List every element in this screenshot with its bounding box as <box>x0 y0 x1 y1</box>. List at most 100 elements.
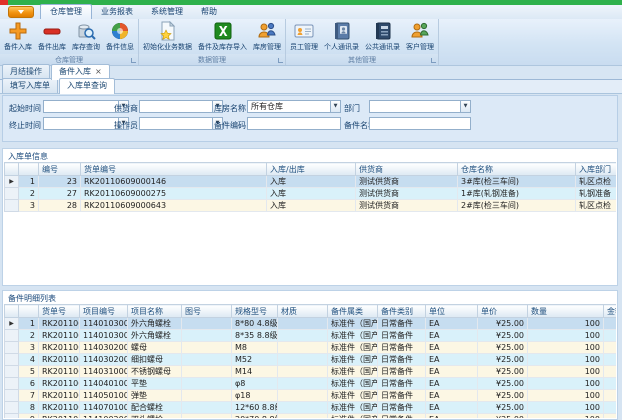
ribbon-tab[interactable]: 仓库管理 <box>40 4 92 19</box>
filter-combo[interactable]: ▼ <box>139 117 223 130</box>
grid-column-header[interactable]: 编号 <box>38 162 81 176</box>
grid-cell: 100 <box>527 413 604 418</box>
ribbon-tab[interactable]: 帮助 <box>192 4 226 19</box>
ribbon-button[interactable]: 公共通讯录 <box>362 20 403 52</box>
ribbon-button[interactable]: 库存查询 <box>69 20 103 52</box>
filter-label: 终止时间 <box>9 121 41 130</box>
ribbon-tab[interactable]: 业务报表 <box>92 4 142 19</box>
ribbon-group-label-text: 仓库管理 <box>55 55 83 64</box>
grid-column-header[interactable]: 货单号 <box>38 304 80 318</box>
data-grid-table: 货单号项目编号项目名称图号规格型号材质备件属类备件类别单位单价数量金额▶1RK2… <box>4 304 616 418</box>
grid-column-header[interactable]: 数量 <box>527 304 604 318</box>
ribbon-group-label-text: 其他管理 <box>348 55 376 64</box>
grid-cell: EA <box>425 389 478 402</box>
filter-combo[interactable]: ▼ <box>369 100 471 113</box>
grid-cell: M8 <box>231 341 278 354</box>
grid-cell <box>603 365 616 378</box>
filter-input[interactable] <box>247 117 341 130</box>
close-icon[interactable]: × <box>95 67 102 76</box>
grid-column-header[interactable]: 入库/出库 <box>266 162 356 176</box>
grid-cell: RK201106090... <box>38 329 80 342</box>
ribbon-button[interactable]: 备件信息 <box>103 20 137 52</box>
table-row[interactable]: 3 28 RK20110609000643 入库 测试供货商 2#库(检三车间) 轧区点检 <box>4 199 616 212</box>
grid-cell: 1140103000011 <box>79 329 128 342</box>
chevron-down-icon <box>18 10 24 14</box>
ribbon-button[interactable]: 初始化业务数据 <box>140 20 195 52</box>
table-row[interactable]: 2RK201106090...1140103000011外六角螺栓 8*35 8.… <box>4 329 616 342</box>
grid-column-header[interactable]: 规格型号 <box>231 304 278 318</box>
grid-column-header[interactable]: 单价 <box>477 304 528 318</box>
table-row[interactable]: 3RK201106090...1140302000002螺母 M8 标准件（国产）日… <box>4 341 616 354</box>
table-row[interactable]: 5RK201106090...1140310000010不锈钢螺母 M14 标准件（… <box>4 365 616 378</box>
table-row[interactable]: 7RK201106090...1140501000009弹垫 φ18 标准件（国产）… <box>4 389 616 402</box>
sub-tab[interactable]: 入库单查询 <box>59 78 115 94</box>
grid-header-blank <box>4 162 19 176</box>
dropdown-arrow-icon[interactable]: ▼ <box>330 101 340 112</box>
grid-cell: RK20110609000275 <box>80 187 267 200</box>
grid-column-header[interactable]: 图号 <box>181 304 232 318</box>
filter-combo[interactable]: ▼ <box>139 100 223 113</box>
filter-input[interactable] <box>369 117 471 130</box>
dialog-launcher-icon[interactable] <box>278 58 283 63</box>
grid-column-header[interactable]: 项目名称 <box>127 304 182 318</box>
ribbon-button[interactable]: 个人通讯录 <box>321 20 362 52</box>
grid-column-header[interactable]: 材质 <box>277 304 328 318</box>
ribbon-button[interactable]: 库房管理 <box>250 20 284 52</box>
table-row[interactable]: 6RK201106090...1140401000006平垫 φ8 标准件（国产）日… <box>4 377 616 390</box>
table-row[interactable]: 2 27 RK20110609000275 入库 测试供货商 1#库(轧钢准备) 轧钢准备 <box>4 187 616 200</box>
filter-combo[interactable]: 所有仓库 ▼ <box>247 100 341 113</box>
grid-cell: ¥25.00 <box>477 341 528 354</box>
grid-cell: 1140701000049 <box>79 401 128 414</box>
table-row[interactable]: ▶ 1 23 RK20110609000146 入库 测试供货商 3#库(检三车间) 轧区点检 <box>4 175 616 188</box>
ribbon-button[interactable]: 备件出库 <box>35 20 69 52</box>
grid-cell: ¥25.00 <box>477 353 528 366</box>
employee-card-icon <box>294 21 314 41</box>
ribbon-button[interactable]: 备件入库 <box>1 20 35 52</box>
ribbon-tabs: 仓库管理 业务报表 系统管理 帮助 <box>40 4 226 19</box>
filter-panel: 起始时间 ▼ 供货商 ▼ 库房名称 所有仓库 ▼ 部门 ▼ 终止时间 ▼ 操作员 ▼ 备件编码 备件名称 <box>2 95 618 142</box>
data-grid-table: 编号 货单编号 入库/出库 供货商 仓库名称 入库部门 ▶ 1 23 RK201106090001… <box>4 162 616 212</box>
details-section-title: 备件明细列表 <box>8 294 56 303</box>
grid-cell: EA <box>425 341 478 354</box>
grid-cell: 1140103000017 <box>79 317 128 330</box>
ribbon-button[interactable]: 备件及库存导入 <box>195 20 250 52</box>
grid-column-header[interactable]: 仓库名称 <box>457 162 576 176</box>
ribbon-button[interactable]: 员工管理 <box>287 20 321 52</box>
grid-column-header[interactable]: 备件类别 <box>377 304 426 318</box>
grid-cell: 外六角螺栓 <box>127 329 182 342</box>
ribbon-button[interactable]: 客户管理 <box>403 20 437 52</box>
document-tab[interactable]: 月结操作 <box>2 64 50 79</box>
ribbon-group-buttons: 员工管理 个人通讯录 公共通讯录 客户管理 <box>286 19 438 54</box>
table-row[interactable]: ▶1RK201106090...1140103000017外六角螺栓 8*80 4… <box>4 317 616 330</box>
grid-column-header[interactable]: 备件属类 <box>327 304 378 318</box>
table-row[interactable]: 9RK201106090...1141002000047双头螺栓 20*70 8.… <box>4 413 616 418</box>
grid-cell <box>603 317 616 330</box>
grid-column-header[interactable]: 供货商 <box>355 162 458 176</box>
sub-tab[interactable]: 填写入库单 <box>2 78 58 93</box>
dialog-launcher-icon[interactable] <box>131 58 136 63</box>
table-row[interactable]: 8RK201106090...1140701000049配合螺栓 12*60 8.… <box>4 401 616 414</box>
grid-cell: 9 <box>18 413 39 418</box>
grid-cell: RK201106090... <box>38 317 80 330</box>
grid-cell: 标准件（国产） <box>327 365 378 378</box>
grid-cell <box>277 377 328 390</box>
grid-cell: EA <box>425 401 478 414</box>
grid-cell: 8*35 8.8级 <box>231 329 278 342</box>
grid-column-header[interactable]: 项目编号 <box>79 304 128 318</box>
grid-cell: 100 <box>527 317 604 330</box>
grid-column-header[interactable]: 货单编号 <box>80 162 267 176</box>
grid-cell <box>181 317 232 330</box>
grid-column-header[interactable]: 单位 <box>425 304 478 318</box>
app-menu-button[interactable] <box>8 6 34 18</box>
grid-cell: ¥25.00 <box>477 365 528 378</box>
grid-cell: 4 <box>18 353 39 366</box>
grid-column-header[interactable]: 金额 <box>603 304 616 318</box>
filter-label: 备件编码 <box>214 121 246 130</box>
ribbon-tab[interactable]: 系统管理 <box>142 4 192 19</box>
table-row[interactable]: 4RK201106090...1140302000015细扣螺母 M52 标准件（国… <box>4 353 616 366</box>
grid-column-header[interactable]: 入库部门 <box>575 162 616 176</box>
dialog-launcher-icon[interactable] <box>431 58 436 63</box>
dropdown-arrow-icon[interactable]: ▼ <box>460 101 470 112</box>
orders-grid: 编号 货单编号 入库/出库 供货商 仓库名称 入库部门 ▶ 1 23 RK201106090001… <box>4 162 616 284</box>
grid-header-blank <box>18 162 39 176</box>
